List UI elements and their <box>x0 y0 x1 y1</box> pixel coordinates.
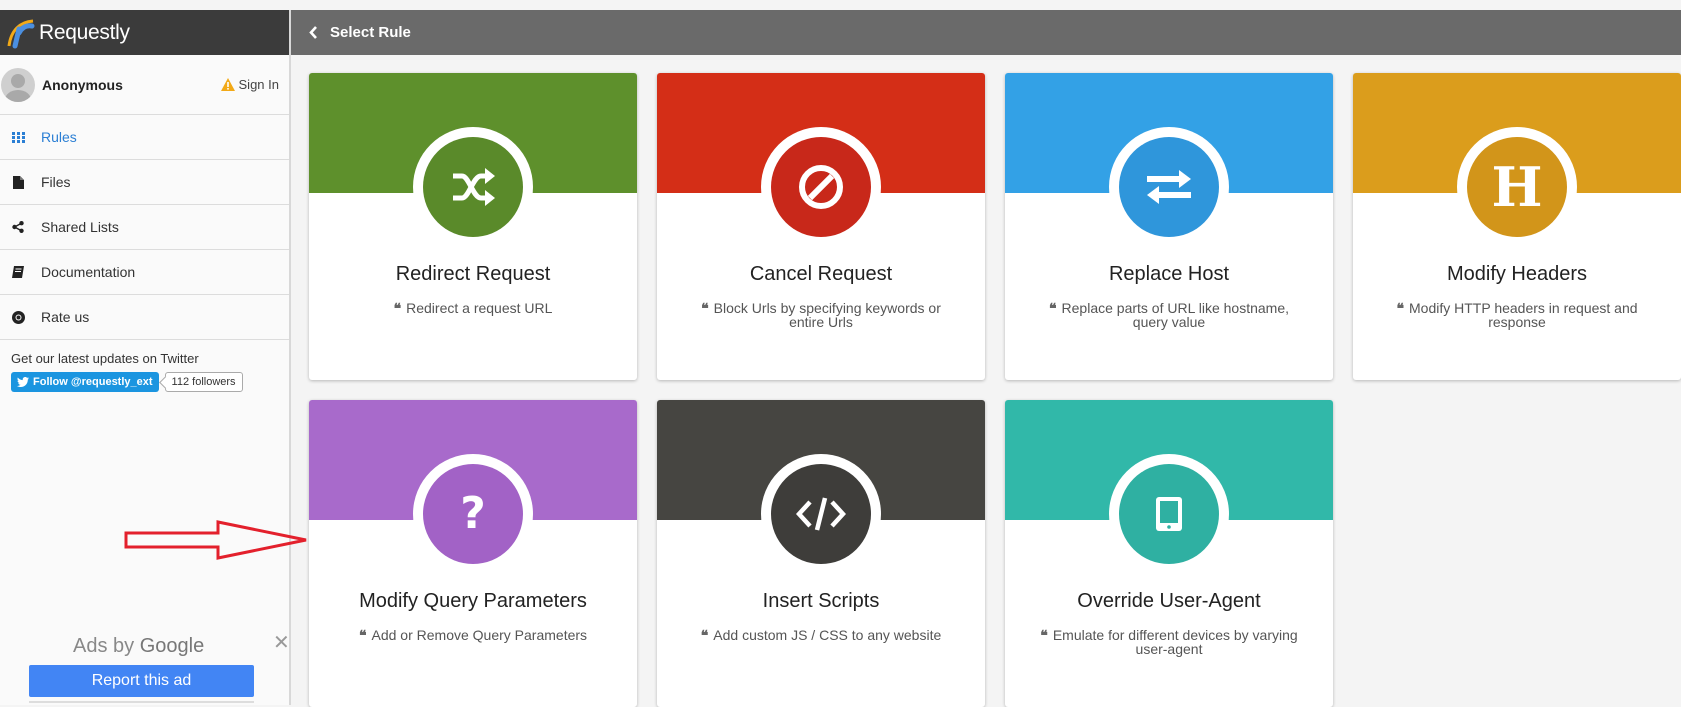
rule-card-redirect-request[interactable]: Redirect Request ❝ Redirect a request URL <box>309 73 637 380</box>
twitter-note: Get our latest updates on Twitter <box>11 351 199 366</box>
question-icon: ? <box>460 488 486 539</box>
user-avatar-icon <box>5 73 31 102</box>
card-icon-disc <box>1119 137 1219 237</box>
card-description-text: Add or Remove Query Parameters <box>371 627 588 643</box>
sidebar-item-label: Shared Lists <box>41 219 119 235</box>
swap-icon <box>1147 170 1191 204</box>
annotation-arrow-icon <box>124 520 307 560</box>
sidebar-item-label: Documentation <box>41 264 136 280</box>
sidebar-item-label: Rules <box>41 129 77 145</box>
user-name: Anonymous <box>42 76 123 93</box>
rule-card-modify-query-parameters[interactable]: ? Modify Query Parameters ❝ Add or Remove… <box>309 400 637 707</box>
file-icon <box>11 175 25 189</box>
quote-icon: ❝ <box>701 300 709 316</box>
card-title: Redirect Request <box>395 263 551 285</box>
quote-icon: ❝ <box>1048 300 1057 316</box>
twitter-row: Follow @requestly_ext 112 followers <box>0 366 289 392</box>
card-title: Modify Query Parameters <box>359 590 587 612</box>
tablet-icon <box>1156 497 1182 531</box>
ads-brand: Google <box>139 635 205 657</box>
card-description-text: Block Urls by specifying keywords or ent… <box>713 300 941 330</box>
chevron-left-icon[interactable] <box>309 26 318 39</box>
chrome-icon <box>11 310 25 324</box>
card-description-text: Redirect a request URL <box>406 300 553 316</box>
sign-in-link[interactable]: Sign In <box>220 77 279 92</box>
card-icon-disc: H <box>1467 137 1567 237</box>
card-description-text: Replace parts of URL like hostname, quer… <box>1061 300 1290 330</box>
code-icon <box>796 497 846 531</box>
avatar[interactable] <box>1 67 35 102</box>
card-icon-disc <box>423 137 523 237</box>
twitter-follow-button[interactable]: Follow @requestly_ext <box>11 372 159 392</box>
rule-card-override-user-agent[interactable]: Override User-Agent ❝ Emulate for differe… <box>1005 400 1333 707</box>
card-title: Insert Scripts <box>762 590 880 612</box>
card-title: Modify Headers <box>1446 263 1588 285</box>
card-description: ❝ Emulate for different devices by varyin… <box>1035 628 1303 656</box>
ads-prefix: Ads by <box>73 635 135 657</box>
warning-icon <box>220 78 235 91</box>
rule-card-cancel-request[interactable]: Cancel Request ❝ Block Urls by specifying… <box>657 73 985 380</box>
card-title: Cancel Request <box>749 263 893 285</box>
quote-icon: ❝ <box>1040 627 1048 643</box>
card-title: Override User-Agent <box>1077 590 1261 612</box>
sidebar-item-rules[interactable]: Rules <box>0 115 289 160</box>
card-description: ❝ Add or Remove Query Parameters <box>339 628 607 642</box>
grid-icon <box>11 130 25 144</box>
app-name: Requestly <box>39 20 130 44</box>
sidebar-item-documentation[interactable]: Documentation <box>0 250 289 295</box>
card-description: ❝ Add custom JS / CSS to any website <box>687 628 955 642</box>
quote-icon: ❝ <box>700 627 709 643</box>
rule-card-replace-host[interactable]: Replace Host ❝ Replace parts of URL like … <box>1005 73 1333 380</box>
card-description: ❝ Replace parts of URL like hostname, que… <box>1035 301 1303 329</box>
sidebar-item-rate-us[interactable]: Rate us <box>0 295 289 340</box>
twitter-follow-label: Follow @requestly_ext <box>33 376 153 388</box>
ad-divider <box>29 701 254 703</box>
twitter-bird-icon <box>17 377 29 387</box>
card-description: ❝ Modify HTTP headers in request and resp… <box>1383 301 1651 329</box>
ads-by-google: Ads by Google <box>73 635 204 658</box>
rule-card-modify-headers[interactable]: H Modify Headers ❝ Modify HTTP headers in… <box>1353 73 1681 380</box>
header-icon: H <box>1491 155 1543 219</box>
sidebar-item-label: Rate us <box>41 309 90 325</box>
sidebar-item-files[interactable]: Files <box>0 160 289 205</box>
page-title: Select Rule <box>330 24 411 41</box>
ban-icon <box>799 165 843 209</box>
shuffle-icon <box>453 168 495 206</box>
user-row: Anonymous Sign In <box>0 55 289 115</box>
sidebar-item-shared-lists[interactable]: Shared Lists <box>0 205 289 250</box>
twitter-followers-count[interactable]: 112 followers <box>164 372 243 392</box>
card-icon-disc <box>771 137 871 237</box>
brand-bar[interactable]: Requestly <box>0 10 289 55</box>
quote-icon: ❝ <box>358 627 367 643</box>
card-icon-disc <box>771 464 871 564</box>
header-bar: Select Rule <box>291 10 1681 55</box>
share-icon <box>11 220 25 234</box>
report-ad-button[interactable]: Report this ad <box>29 665 254 697</box>
card-icon-disc: ? <box>423 464 523 564</box>
card-title: Replace Host <box>1108 263 1230 285</box>
sidebar-item-label: Files <box>41 174 71 190</box>
card-description-text: Emulate for different devices by varying… <box>1052 627 1298 657</box>
card-icon-disc <box>1119 464 1219 564</box>
card-description-text: Add custom JS / CSS to any website <box>713 627 942 643</box>
book-icon <box>11 265 25 279</box>
ad-close-icon[interactable]: ✕ <box>273 630 290 655</box>
quote-icon: ❝ <box>393 300 402 316</box>
sidebar: Requestly Anonymous Sign In Rules Files … <box>0 10 291 705</box>
rule-card-insert-scripts[interactable]: Insert Scripts ❝ Add custom JS / CSS to a… <box>657 400 985 707</box>
sign-in-label: Sign In <box>238 77 279 92</box>
card-description: ❝ Redirect a request URL <box>339 301 607 315</box>
requestly-logo-icon <box>7 19 35 48</box>
card-description: ❝ Block Urls by specifying keywords or en… <box>687 301 955 329</box>
card-description-text: Modify HTTP headers in request and respo… <box>1409 300 1638 330</box>
quote-icon: ❝ <box>1396 300 1404 316</box>
